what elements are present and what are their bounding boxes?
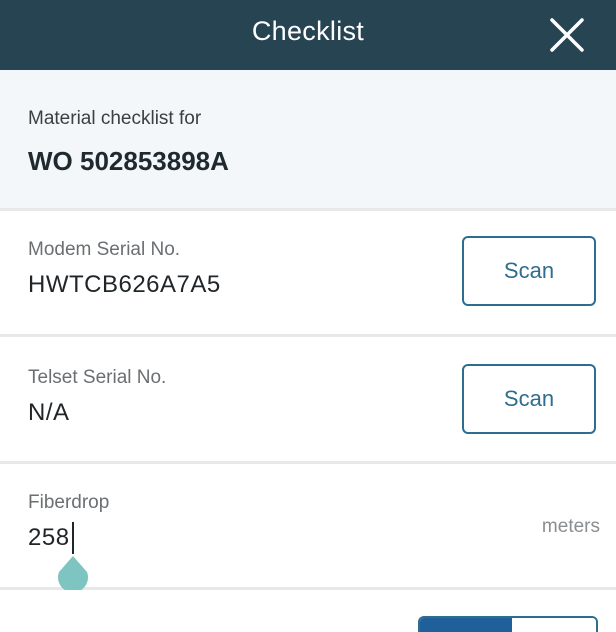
fiberdrop-row: Fiberdrop 258 meters [0,464,616,593]
telset-scan-button[interactable]: Scan [462,364,596,434]
toggle-switch[interactable] [418,616,598,632]
text-cursor [72,522,74,554]
fiberdrop-unit: meters [541,516,600,537]
close-button[interactable] [548,16,586,54]
fiberdrop-label: Fiberdrop [28,492,110,513]
close-icon [550,18,584,52]
modem-serial-label: Modem Serial No. [28,239,181,260]
app-header: Checklist [0,0,616,70]
fiberdrop-input[interactable]: 258 [28,524,70,552]
modem-serial-row: Modem Serial No. HWTCB626A7A5 Scan [0,211,616,334]
next-row [0,590,616,632]
toggle-option-on[interactable] [420,618,512,632]
toggle-option-off[interactable] [512,618,596,632]
page-title: Checklist [251,16,365,46]
telset-serial-field[interactable]: N/A [28,399,70,427]
checklist-screen: Checklist Material checklist for WO 5028… [0,0,616,632]
modem-scan-button[interactable]: Scan [462,236,596,306]
telset-serial-label: Telset Serial No. [28,367,167,388]
work-order-number: WO 502853898A [28,146,229,176]
work-order-caption: Material checklist for [28,108,202,129]
telset-serial-row: Telset Serial No. N/A Scan [0,337,616,461]
modem-serial-field[interactable]: HWTCB626A7A5 [28,271,221,299]
work-order-panel: Material checklist for WO 502853898A [0,70,616,208]
